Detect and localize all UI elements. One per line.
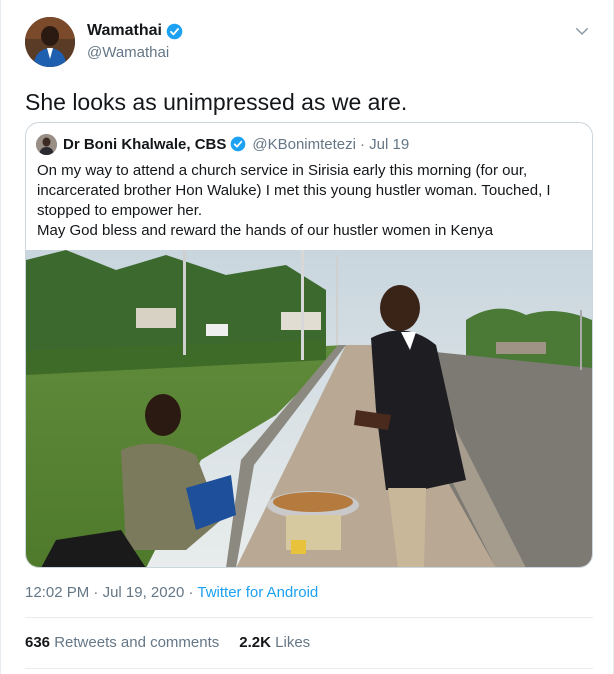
tweet-meta: 12:02 PM · Jul 19, 2020 · Twitter for An… (25, 584, 318, 601)
quoted-tweet-date: · Jul 19 (359, 135, 410, 153)
likes-stat[interactable]: 2.2K Likes (239, 634, 310, 651)
quoted-text-line: May God bless and reward the hands of ou… (37, 222, 494, 239)
verified-badge-icon (166, 23, 183, 39)
divider (25, 617, 593, 618)
tweet-source-link[interactable]: Twitter for Android (197, 584, 318, 601)
divider (25, 668, 593, 669)
quoted-tweet[interactable]: Dr Boni Khalwale, CBS @KBonimtetezi · Ju… (25, 122, 593, 568)
author-avatar[interactable] (25, 17, 75, 67)
retweets-label: Retweets and comments (54, 634, 220, 651)
meta-separator: · (93, 584, 99, 601)
quoted-text-line: incarcerated brother Hon Waluke) I met t… (37, 182, 551, 199)
quoted-text-line: stopped to empower her. (37, 202, 203, 219)
author-name-text[interactable]: Wamathai (87, 22, 162, 40)
chevron-down-icon[interactable] (573, 22, 591, 40)
quoted-author-handle: @KBonimtetezi (252, 135, 356, 153)
likes-count: 2.2K (239, 634, 271, 651)
quoted-text-line: On my way to attend a church service in … (37, 162, 528, 179)
likes-label: Likes (275, 634, 311, 651)
tweet-header: Wamathai @Wamathai (25, 17, 595, 69)
quoted-tweet-text: On my way to attend a church service in … (37, 161, 585, 241)
tweet-time[interactable]: 12:02 PM (25, 584, 89, 601)
tweet-date[interactable]: Jul 19, 2020 (103, 584, 185, 601)
author-handle[interactable]: @Wamathai (87, 44, 169, 61)
retweets-count: 636 (25, 634, 51, 651)
retweets-stat[interactable]: 636 Retweets and comments (25, 634, 219, 651)
quoted-tweet-header: Dr Boni Khalwale, CBS @KBonimtetezi · Ju… (36, 133, 409, 155)
tweet-text: She looks as unimpressed as we are. (25, 89, 408, 115)
tweet-card: Wamathai @Wamathai She looks as unimpres… (0, 0, 614, 674)
author-name[interactable]: Wamathai (87, 22, 183, 40)
quoted-author-name: Dr Boni Khalwale, CBS (63, 135, 227, 153)
quoted-tweet-photo[interactable] (26, 250, 592, 567)
quoted-author-avatar (36, 133, 57, 155)
verified-badge-icon (231, 136, 246, 152)
meta-separator: · (188, 584, 194, 601)
tweet-stats: 636 Retweets and comments 2.2K Likes (25, 634, 330, 651)
